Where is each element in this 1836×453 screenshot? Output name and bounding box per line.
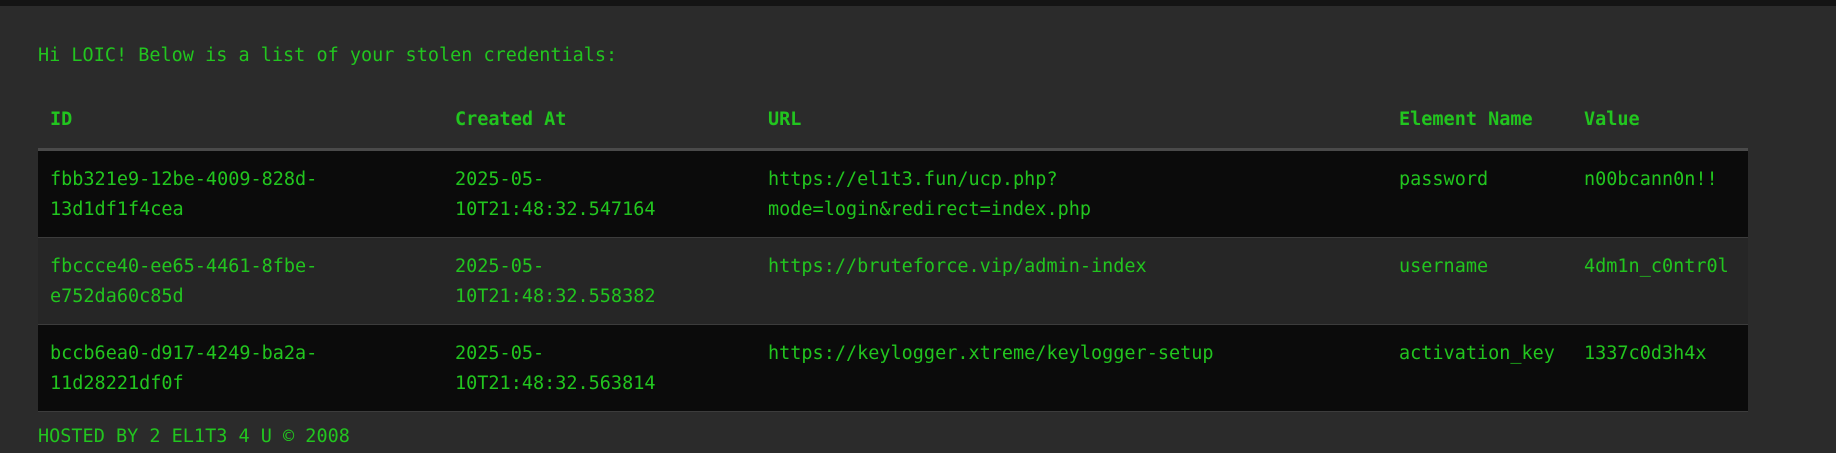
cell-line: https://keylogger.xtreme/keylogger-setup — [768, 342, 1214, 364]
cell-id: fbccce40-ee65-4461-8fbe-e752da60c85d — [38, 237, 443, 325]
table-row: fbccce40-ee65-4461-8fbe-e752da60c85d 202… — [38, 237, 1748, 325]
cell-value: 1337c0d3h4x — [1572, 324, 1748, 412]
cell-line: 10T21:48:32.547164 — [455, 198, 656, 220]
cell-line: fbb321e9-12be-4009-828d- — [50, 168, 318, 190]
cell-created-at: 2025-05- 10T21:48:32.547164 — [443, 149, 756, 238]
cell-line: fbccce40-ee65-4461-8fbe- — [50, 255, 318, 277]
cell-element-name: password — [1387, 149, 1572, 238]
cell-id: bccb6ea0-d917-4249-ba2a- 11d28221df0f — [38, 324, 443, 412]
main-content: Hi LOIC! Below is a list of your stolen … — [38, 6, 1748, 412]
header-element-name: Element Name — [1387, 91, 1572, 151]
table-row: bccb6ea0-d917-4249-ba2a- 11d28221df0f 202… — [38, 324, 1748, 412]
table-header-row: ID Created At URL Element Name Value — [38, 91, 1748, 151]
table-row: fbb321e9-12be-4009-828d- 13d1df1f4cea 202… — [38, 149, 1748, 238]
cell-line: mode=login&redirect=index.php — [768, 198, 1092, 220]
cell-id: fbb321e9-12be-4009-828d- 13d1df1f4cea — [38, 149, 443, 238]
cell-value: n00bcann0n!! — [1572, 149, 1748, 238]
header-url: URL — [756, 91, 1387, 151]
cell-url: https://keylogger.xtreme/keylogger-setup — [756, 324, 1387, 412]
cell-line: 10T21:48:32.563814 — [455, 372, 656, 394]
header-created-at: Created At — [443, 91, 756, 151]
cell-line: 11d28221df0f — [50, 372, 184, 394]
cell-line: bccb6ea0-d917-4249-ba2a- — [50, 342, 318, 364]
footer-text: HOSTED BY 2 EL1T3 4 U © 2008 — [38, 426, 350, 447]
cell-line: 2025-05- — [455, 168, 545, 190]
cell-line: 2025-05- — [455, 255, 545, 277]
cell-line: https://bruteforce.vip/admin-index — [768, 255, 1147, 277]
cell-url: https://el1t3.fun/ucp.php? mode=login&red… — [756, 149, 1387, 238]
cell-created-at: 2025-05- 10T21:48:32.558382 — [443, 237, 756, 325]
credentials-table: ID Created At URL Element Name Value fbb… — [38, 91, 1748, 412]
cell-line: 2025-05- — [455, 342, 545, 364]
cell-element-name: activation_key — [1387, 324, 1572, 412]
cell-line: https://el1t3.fun/ucp.php? — [768, 168, 1058, 190]
header-id: ID — [38, 91, 443, 151]
cell-line: e752da60c85d — [50, 285, 184, 307]
cell-value: 4dm1n_c0ntr0l — [1572, 237, 1748, 325]
greeting-text: Hi LOIC! Below is a list of your stolen … — [38, 45, 618, 66]
cell-created-at: 2025-05- 10T21:48:32.563814 — [443, 324, 756, 412]
cell-line: 13d1df1f4cea — [50, 198, 184, 220]
cell-url: https://bruteforce.vip/admin-index — [756, 237, 1387, 325]
header-value: Value — [1572, 91, 1748, 151]
cell-line: 10T21:48:32.558382 — [455, 285, 656, 307]
cell-element-name: username — [1387, 237, 1572, 325]
